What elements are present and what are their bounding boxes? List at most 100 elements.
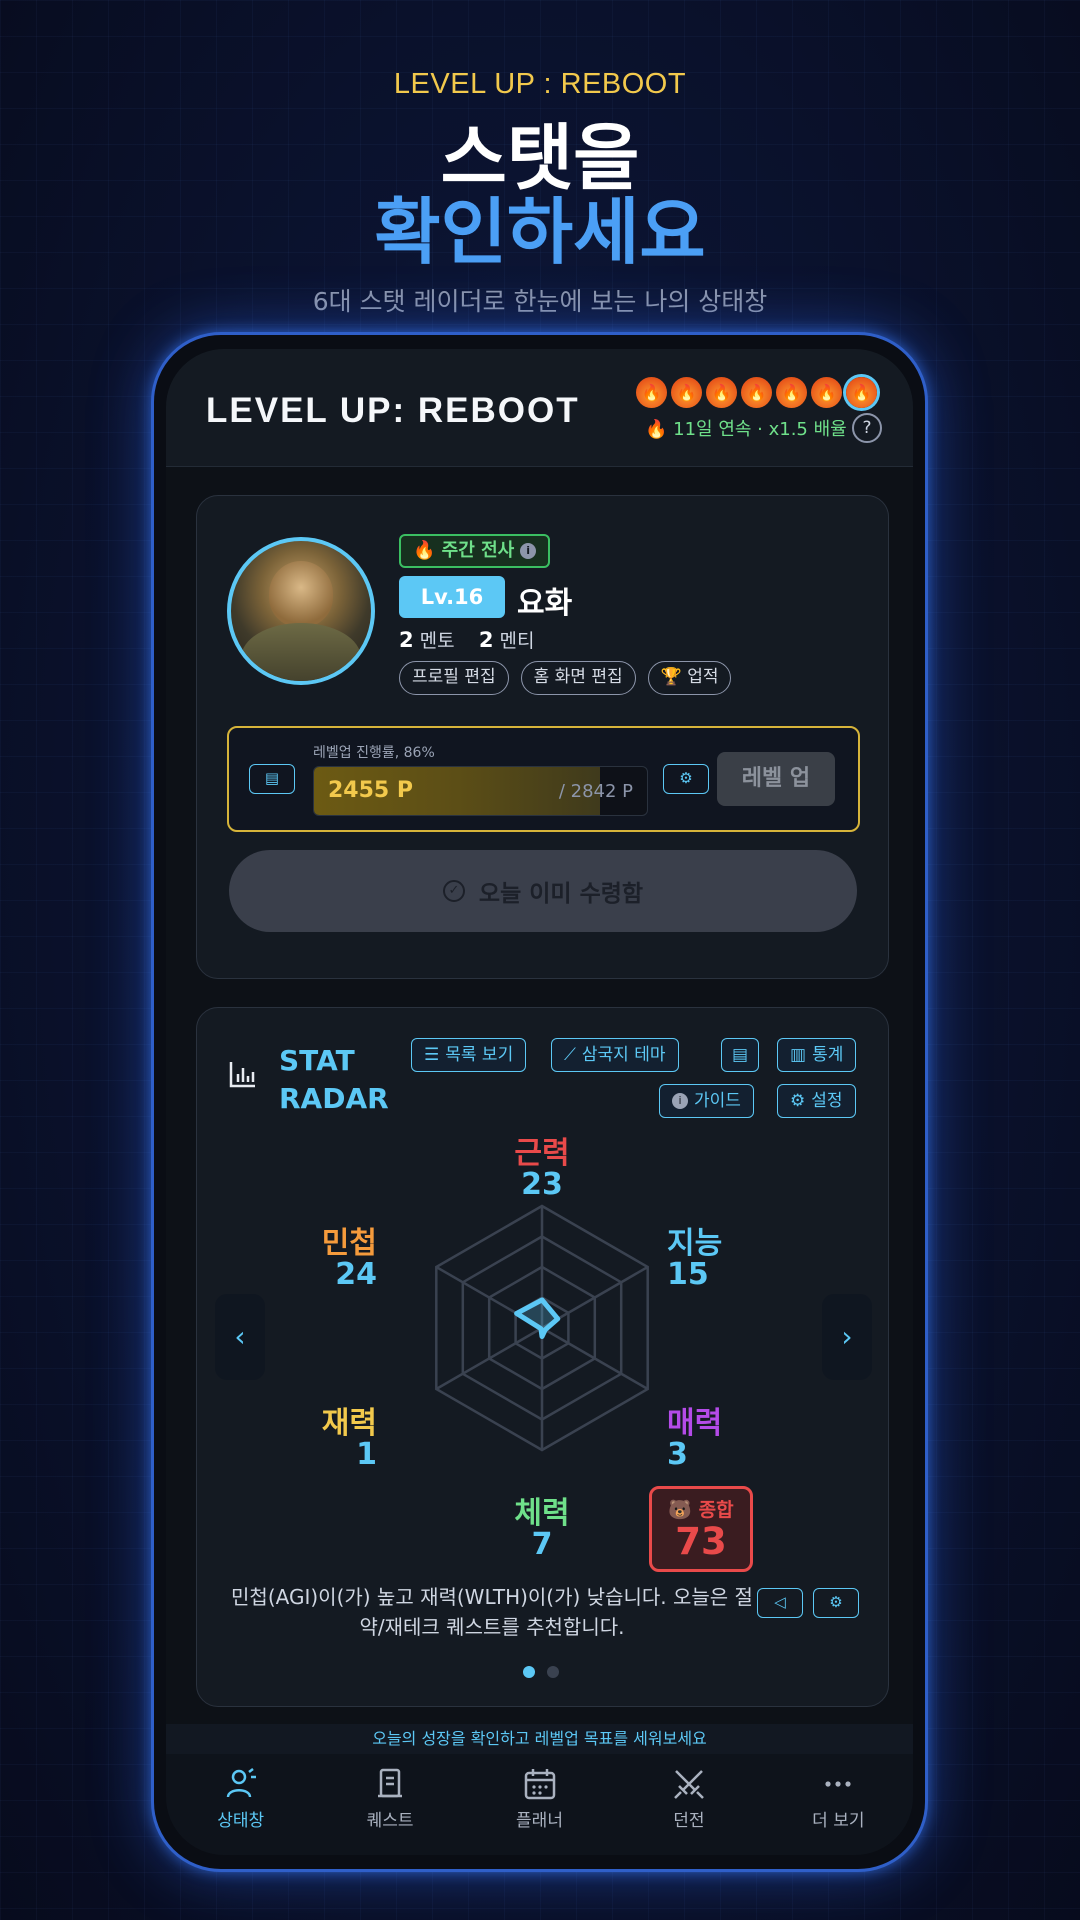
mentor-label: 멘토: [419, 630, 455, 652]
user-name: 요화: [517, 586, 573, 621]
stat-stamina: 체력 7: [492, 1498, 592, 1560]
theme-button[interactable]: ⟋ 삼국지 테마: [551, 1038, 679, 1072]
swords-icon: [674, 1770, 704, 1799]
guide-button[interactable]: i 가이드: [659, 1084, 754, 1118]
levelup-button[interactable]: 레벨 업: [717, 752, 835, 806]
stat-intelligence: 지능 15: [667, 1228, 722, 1290]
bottom-tab-bar: 상태창 퀘스트 플래너 던전 더 보기: [166, 1754, 913, 1855]
edit-profile-button[interactable]: 프로필 편집: [399, 661, 509, 695]
more-icon: [825, 1781, 851, 1787]
stat-value: 24: [335, 1257, 377, 1292]
tab-label: 퀘스트: [366, 1811, 414, 1831]
guide-label: 가이드: [694, 1090, 741, 1111]
edit-home-button[interactable]: 홈 화면 편집: [520, 661, 636, 695]
document-icon: ▤: [732, 1044, 749, 1065]
brush-icon: ⟋: [564, 1044, 576, 1065]
mentor-count: 2: [399, 628, 414, 652]
help-button[interactable]: ?: [852, 413, 882, 443]
stat-label: 민첩: [321, 1226, 377, 1261]
profile-actions: 프로필 편집 홈 화면 편집 🏆 업적: [399, 661, 732, 695]
tip-banner: 오늘의 성장을 확인하고 레벨업 목표를 세워보세요: [166, 1724, 913, 1754]
tab-label: 더 보기: [812, 1811, 865, 1831]
promo-subtitle: 6대 스탯 레이더로 한눈에 보는 나의 상태창: [312, 287, 768, 316]
streak-text: 🔥 11일 연속 · x1.5 배율: [645, 419, 847, 440]
streak-flames: 🔥 🔥 🔥 🔥 🔥 🔥 🔥: [636, 377, 877, 408]
stat-label: 체력: [514, 1496, 570, 1531]
stat-strength: 근력 23: [492, 1138, 592, 1200]
list-view-label: 목록 보기: [445, 1044, 514, 1065]
levelup-progress-box: ▤ 레벨업 진행률, 86% 2455 P / 2842 P ⚙ 레벨 업: [227, 726, 860, 832]
weekly-warrior-badge[interactable]: 🔥 주간 전사 i: [399, 534, 551, 568]
stat-label: 근력: [514, 1136, 570, 1171]
check-icon: ✓: [442, 880, 465, 902]
claimed-today-button[interactable]: ✓ 오늘 이미 수령함: [229, 850, 857, 932]
total-score-badge: 🐻 종합 73: [649, 1486, 753, 1572]
stat-label: 지능: [667, 1226, 723, 1261]
stat-label: 재력: [321, 1406, 377, 1441]
flame-icon: 🔥: [811, 377, 842, 408]
total-points: / 2842 P: [558, 781, 633, 802]
list-view-button[interactable]: ☰ 목록 보기: [411, 1038, 527, 1072]
profile-card: 🔥 주간 전사 i Lv.16 요화 2 멘토 2 멘티 프로필 편집 홈 화면…: [196, 495, 889, 979]
avatar[interactable]: [227, 537, 375, 685]
profile-icon: [226, 1768, 256, 1798]
flame-icon: 🔥: [741, 377, 772, 408]
calendar-icon: [524, 1769, 555, 1800]
stat-value: 23: [521, 1167, 563, 1202]
prev-button[interactable]: ‹: [215, 1294, 265, 1380]
mentee-label: 멘티: [499, 630, 535, 652]
stat-value: 3: [667, 1437, 688, 1472]
gear-icon: ⚙: [790, 1090, 806, 1111]
log-icon[interactable]: ▤: [249, 764, 295, 794]
tab-label: 상태창: [217, 1811, 265, 1831]
stat-agility: 민첩 24: [277, 1228, 377, 1290]
next-button[interactable]: ›: [822, 1294, 872, 1380]
total-label: 🐻 종합: [668, 1499, 734, 1521]
weekly-badge-label: 🔥 주간 전사: [413, 540, 515, 561]
megaphone-icon[interactable]: ◁: [757, 1588, 803, 1618]
tab-dungeon[interactable]: 던전: [614, 1754, 763, 1855]
achievements-button[interactable]: 🏆 업적: [647, 661, 732, 695]
stat-charm: 매력 3: [667, 1408, 722, 1470]
tab-label: 던전: [673, 1811, 705, 1831]
tab-label: 플래너: [516, 1811, 563, 1831]
stat-value: 1: [356, 1437, 377, 1472]
mentor-counts[interactable]: 2 멘토 2 멘티: [399, 626, 534, 653]
recommendation-text: 민첩(AGI)이(가) 높고 재력(WLTH)이(가) 낮습니다. 오늘은 절약…: [231, 1585, 753, 1639]
stat-wealth: 재력 1: [277, 1408, 377, 1470]
info-icon: i: [520, 543, 537, 559]
gear-icon[interactable]: ⚙: [813, 1588, 859, 1618]
radar-title: STAT RADAR: [279, 1044, 389, 1115]
tab-quest[interactable]: 퀘스트: [315, 1754, 464, 1855]
flame-icon: 🔥: [671, 377, 702, 408]
stat-value: 7: [531, 1527, 553, 1562]
promo-title-line2: 확인하세요: [374, 190, 706, 274]
scroll-icon: [378, 1768, 403, 1798]
chart-icon: [229, 1062, 255, 1088]
tab-planner[interactable]: 플래너: [465, 1754, 614, 1855]
gear-icon[interactable]: ⚙: [663, 764, 709, 794]
promo-kicker: LEVEL UP : REBOOT: [393, 68, 687, 100]
page-dot-active[interactable]: [523, 1666, 535, 1678]
page-indicator: [523, 1666, 559, 1678]
page-dot[interactable]: [547, 1666, 559, 1678]
flame-icon: 🔥: [636, 377, 667, 408]
level-badge: Lv.16: [399, 576, 505, 618]
flame-icon: 🔥: [776, 377, 807, 408]
stat-radar-card: STAT RADAR ☰ 목록 보기 ⟋ 삼국지 테마 ▤ ▥ 통계 i 가이드 ⚙ 설정…: [196, 1007, 889, 1707]
stat-value: 15: [667, 1257, 709, 1292]
app-title: LEVEL UP: REBOOT: [206, 391, 580, 430]
settings-button[interactable]: ⚙ 설정: [777, 1084, 856, 1118]
theme-label: 삼국지 테마: [581, 1044, 666, 1065]
progress-label: 레벨업 진행률, 86%: [313, 745, 435, 761]
claimed-label: 오늘 이미 수령함: [478, 881, 644, 907]
app-screen: LEVEL UP: REBOOT 🔥 🔥 🔥 🔥 🔥 🔥 🔥 🔥 11일 연속 …: [166, 349, 913, 1855]
progress-bar: 2455 P / 2842 P: [313, 766, 648, 816]
bar-chart-icon: ▥: [790, 1044, 807, 1065]
promo-title-line1: 스탯을: [440, 116, 640, 200]
tab-status[interactable]: 상태창: [166, 1754, 315, 1855]
tab-more[interactable]: 더 보기: [764, 1754, 913, 1855]
log-button[interactable]: ▤: [721, 1038, 760, 1072]
flame-icon-today: 🔥: [846, 377, 877, 408]
stats-button[interactable]: ▥ 통계: [777, 1038, 857, 1072]
